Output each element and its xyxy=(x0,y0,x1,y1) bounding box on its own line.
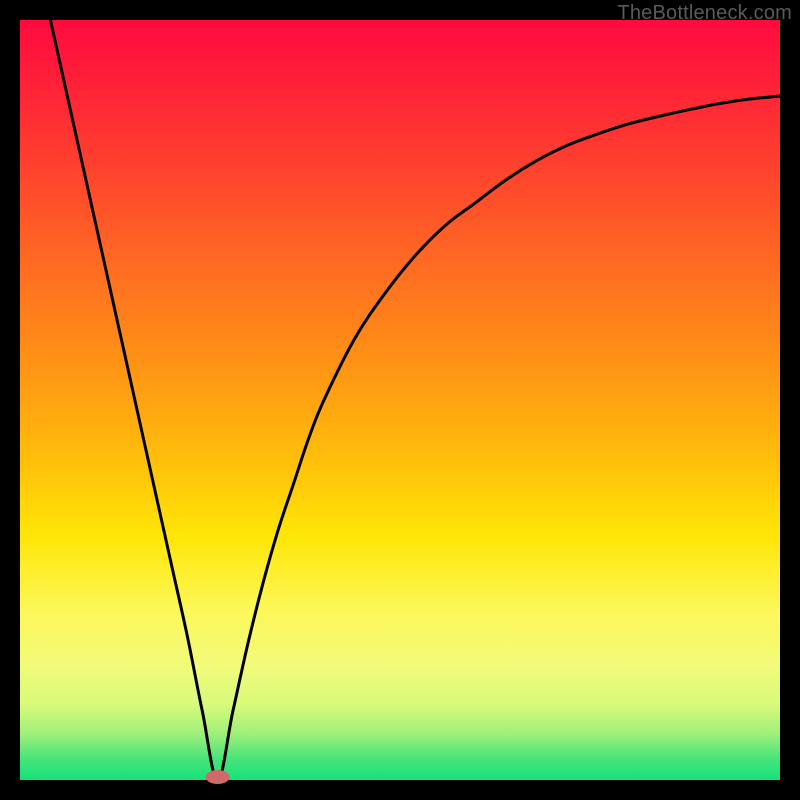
watermark-text: TheBottleneck.com xyxy=(617,2,792,25)
curve-svg xyxy=(20,20,780,780)
bottleneck-curve xyxy=(50,20,780,780)
minimum-marker xyxy=(206,770,230,784)
chart-frame xyxy=(20,20,780,780)
